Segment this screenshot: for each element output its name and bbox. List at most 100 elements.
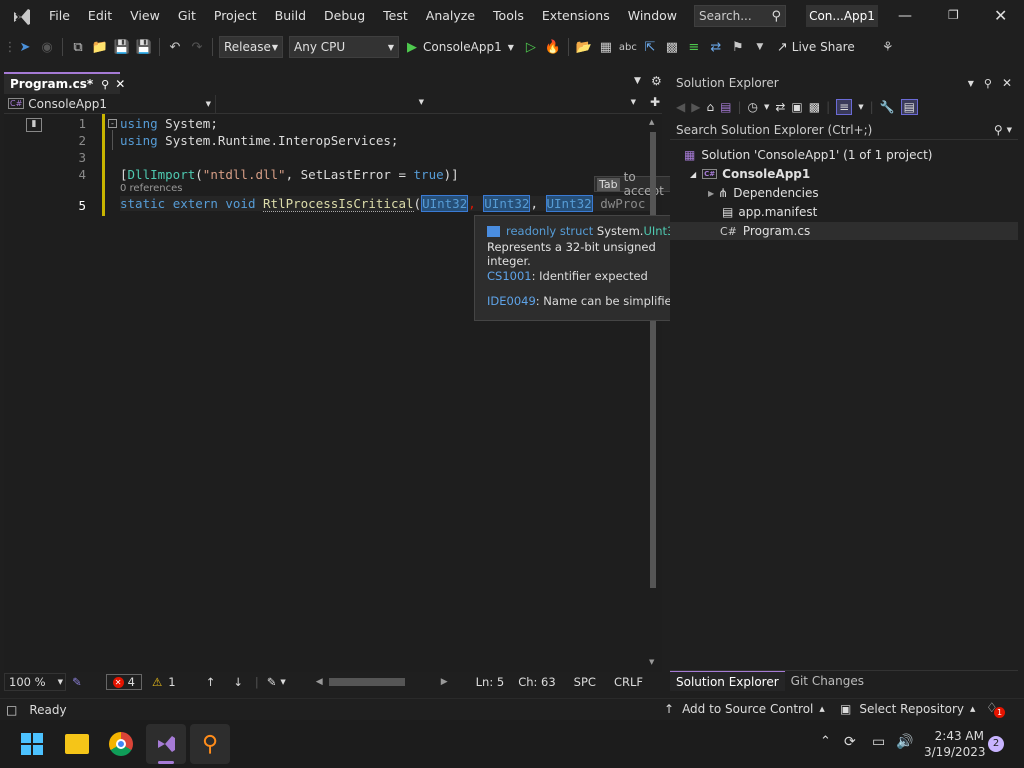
menu-file[interactable]: File xyxy=(40,0,79,32)
whitespace-status[interactable]: SPC xyxy=(574,675,596,689)
tab-list-icon[interactable]: ▼ xyxy=(634,76,641,86)
output-icon[interactable]: □ xyxy=(6,703,17,717)
quick-action-icon[interactable]: ▮ xyxy=(26,118,42,132)
menu-test[interactable]: Test xyxy=(374,0,417,32)
collapse-icon[interactable]: - xyxy=(108,119,117,128)
add-to-source-control-button[interactable]: ↑ Add to Source Control ▲ xyxy=(664,702,825,716)
comment-icon[interactable]: ≡ xyxy=(683,36,705,58)
live-share-button[interactable]: ↗ Live Share xyxy=(777,40,855,55)
feedback-icon[interactable]: ⚘ xyxy=(877,36,899,58)
tree-project[interactable]: ◢ C# ConsoleApp1 xyxy=(690,167,810,181)
scrollbar-thumb[interactable] xyxy=(328,678,405,686)
back-icon[interactable]: ➤ xyxy=(14,36,36,58)
undo-icon[interactable]: ↶ xyxy=(164,36,186,58)
collapse-all-icon[interactable]: ▣ xyxy=(791,100,802,114)
start-without-debugging-icon[interactable]: ▷ xyxy=(520,36,542,58)
type-dropdown[interactable]: ▼ xyxy=(216,95,428,113)
new-project-icon[interactable]: ⧉ xyxy=(67,36,89,58)
scroll-left-icon[interactable]: ◀ xyxy=(316,677,323,687)
maximize-button[interactable]: ❐ xyxy=(948,8,959,22)
menu-view[interactable]: View xyxy=(121,0,169,32)
minimize-button[interactable]: — xyxy=(898,8,912,24)
configuration-dropdown[interactable]: Release ▼ xyxy=(219,36,283,58)
collapse-arrow-icon[interactable]: ▶ xyxy=(708,189,714,198)
notifications-button[interactable]: ♢ 1 xyxy=(986,701,1005,718)
scroll-right-icon[interactable]: ▶ xyxy=(441,677,448,687)
forward-icon[interactable]: ▶ xyxy=(691,100,700,114)
redo-icon[interactable]: ↷ xyxy=(186,36,208,58)
expand-icon[interactable]: ◢ xyxy=(690,170,696,179)
solution-search[interactable]: Search Solution Explorer (Ctrl+;) ⚲ ▼ xyxy=(670,120,1018,140)
tree-program-cs[interactable]: C# Program.cs xyxy=(670,222,1018,240)
member-dropdown[interactable]: ▼ xyxy=(428,95,640,113)
menu-edit[interactable]: Edit xyxy=(79,0,121,32)
save-all-icon[interactable]: 💾 xyxy=(133,36,155,58)
split-icon[interactable]: ✚ xyxy=(650,95,660,109)
switch-views-icon[interactable]: ▤ xyxy=(720,100,731,114)
menu-window[interactable]: Window xyxy=(619,0,686,32)
volume-icon[interactable]: 🔊 xyxy=(896,734,913,750)
error-code-link[interactable]: CS1001 xyxy=(487,269,532,283)
dropdown-icon[interactable]: ▼ xyxy=(968,79,974,88)
forward-icon[interactable]: ◉ xyxy=(36,36,58,58)
intellicode-icon[interactable]: ✎ xyxy=(72,675,82,689)
previous-issue-icon[interactable]: ↑ xyxy=(206,675,216,689)
next-issue-icon[interactable]: ↓ xyxy=(233,675,243,689)
tab-program-cs[interactable]: Program.cs* ⚲ ✕ xyxy=(4,72,125,94)
select-repository-button[interactable]: ▣ Select Repository ▲ xyxy=(840,702,975,716)
pin-icon[interactable]: ⚲ xyxy=(101,78,109,91)
project-dropdown[interactable]: C# ConsoleApp1 ▼ xyxy=(4,94,216,113)
line-ending-status[interactable]: CRLF xyxy=(614,675,643,689)
menu-build[interactable]: Build xyxy=(266,0,315,32)
properties-icon[interactable]: 🔧 xyxy=(880,100,895,114)
start-icon[interactable] xyxy=(21,733,43,755)
chevron-down-icon[interactable]: ▼ xyxy=(764,103,769,111)
more-options-icon[interactable]: ▼ xyxy=(749,36,771,58)
tree-dependencies[interactable]: ▶ ⋔ Dependencies xyxy=(708,186,819,200)
menu-debug[interactable]: Debug xyxy=(315,0,374,32)
sync-icon[interactable]: ⇄ xyxy=(775,100,785,114)
zoom-dropdown[interactable]: 100 % ▼ xyxy=(4,673,66,691)
browse-icon[interactable]: 📂 xyxy=(573,36,595,58)
chevron-down-icon[interactable]: ▼ xyxy=(858,103,863,111)
scrollbar-thumb[interactable] xyxy=(650,132,656,588)
codelens-references[interactable]: 0 references xyxy=(120,183,183,194)
column-status[interactable]: Ch: 63 xyxy=(518,675,555,689)
horizontal-scrollbar[interactable] xyxy=(328,678,441,686)
preview-icon[interactable]: ≡ xyxy=(836,99,853,115)
visual-studio-icon[interactable] xyxy=(146,724,186,764)
menu-extensions[interactable]: Extensions xyxy=(533,0,619,32)
close-icon[interactable]: ✕ xyxy=(1002,76,1012,90)
start-debugging-button[interactable]: ▶ ConsoleApp1 ▼ xyxy=(407,40,514,55)
vs-logo-icon[interactable] xyxy=(4,0,40,32)
tray-chevron-icon[interactable]: ⌃ xyxy=(820,734,831,749)
save-icon[interactable]: 💾 xyxy=(111,36,133,58)
pin-icon[interactable]: ⚲ xyxy=(984,77,992,90)
scroll-up-icon[interactable]: ▲ xyxy=(649,118,654,126)
layout-icon[interactable]: ▦ xyxy=(595,36,617,58)
menu-git[interactable]: Git xyxy=(169,0,205,32)
error-code-link[interactable]: IDE0049 xyxy=(487,294,536,308)
uncomment-icon[interactable]: ⇄ xyxy=(705,36,727,58)
open-folder-icon[interactable]: 📁 xyxy=(89,36,111,58)
chevron-down-icon[interactable]: ▼ xyxy=(280,678,285,686)
menu-analyze[interactable]: Analyze xyxy=(417,0,484,32)
tree-solution[interactable]: ▦ Solution 'ConsoleApp1' (1 of 1 project… xyxy=(684,148,932,162)
clock[interactable]: 2:43 AM 3/19/2023 xyxy=(924,728,986,760)
tab-git-changes[interactable]: Git Changes xyxy=(785,674,870,688)
xaml-icon[interactable]: ▩ xyxy=(661,36,683,58)
home-icon[interactable]: ⌂ xyxy=(706,100,714,114)
hot-reload-icon[interactable]: 🔥 xyxy=(542,36,564,58)
bookmark-icon[interactable]: ⚑ xyxy=(727,36,749,58)
code-cleanup-icon[interactable]: ✎ xyxy=(267,675,277,689)
tab-view-icon[interactable]: ▤ xyxy=(900,99,918,115)
close-button[interactable]: ✕ xyxy=(994,6,1007,25)
back-icon[interactable]: ◀ xyxy=(676,100,685,114)
vertical-scrollbar[interactable]: ▲ ▼ xyxy=(648,118,658,666)
warnings-indicator[interactable]: ⚠ 1 xyxy=(152,675,176,689)
pending-changes-icon[interactable]: ◷ xyxy=(747,100,757,114)
code-editor[interactable]: ▮ 1 2 3 4 5 - using System; using System… xyxy=(4,114,687,672)
tab-solution-explorer[interactable]: Solution Explorer xyxy=(670,670,785,691)
close-tab-icon[interactable]: ✕ xyxy=(115,77,125,91)
errors-indicator[interactable]: ✕ 4 xyxy=(105,674,142,690)
